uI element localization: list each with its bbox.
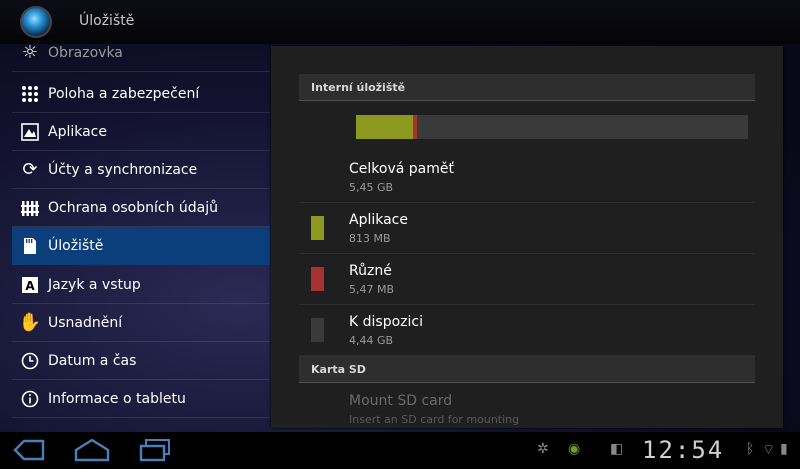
back-button[interactable] — [12, 438, 46, 462]
storage-icon — [12, 237, 48, 255]
nvidia-icon[interactable]: ◉ — [568, 441, 580, 457]
sd-card-header: Karta SD — [299, 356, 755, 383]
row-title: Aplikace — [349, 212, 408, 228]
system-bar: ✲ ◉ ◧ 12:54 ᛒ ⌔ ▮ — [0, 432, 800, 469]
apps-color-swatch — [311, 216, 324, 240]
sidebar-item-apps[interactable]: Aplikace — [12, 113, 270, 151]
recent-apps-button[interactable] — [138, 438, 172, 462]
sidebar-item-label: Aplikace — [48, 123, 107, 140]
battery-icon: ▮ — [780, 441, 788, 457]
notification-icon[interactable]: ◧ — [610, 441, 623, 457]
location-security-icon — [12, 85, 48, 103]
apps-icon — [12, 122, 48, 141]
apps-storage-row[interactable]: Aplikace 813 MB — [299, 203, 755, 254]
page-title: Úložiště — [79, 13, 135, 29]
settings-app-icon[interactable] — [20, 6, 52, 38]
home-button[interactable] — [74, 438, 110, 462]
misc-storage-row[interactable]: Různé 5,47 MB — [299, 254, 755, 305]
usage-segment-misc — [413, 115, 418, 139]
sync-icon: ⟳ — [22, 159, 38, 180]
sidebar-item-language-input[interactable]: A Jazyk a vstup — [12, 266, 270, 304]
free-storage-row: K dispozici 4,44 GB — [299, 305, 755, 356]
misc-color-swatch — [311, 267, 324, 291]
settings-sidebar: ☼ Obrazovka Poloha a zabezpečení Aplikac… — [0, 44, 270, 432]
row-title: Mount SD card — [349, 393, 453, 409]
row-value: 4,44 GB — [349, 334, 394, 347]
free-color-swatch — [311, 318, 324, 342]
clock[interactable]: 12:54 — [642, 436, 724, 464]
usage-segment-apps — [356, 115, 414, 139]
sidebar-item-display[interactable]: ☼ Obrazovka — [12, 44, 270, 72]
bluetooth-icon: ᛒ — [746, 441, 755, 457]
sidebar-item-label: Usnadnění — [48, 314, 123, 331]
privacy-icon — [12, 199, 48, 217]
sidebar-item-location-security[interactable]: Poloha a zabezpečení — [12, 75, 270, 113]
wifi-icon: ⌔ — [762, 442, 776, 458]
svg-text:A: A — [25, 279, 35, 293]
internal-storage-header: Interní úložiště — [299, 74, 755, 101]
storage-detail-pane: Interní úložiště Celková paměť 5,45 GB A… — [271, 46, 783, 428]
sidebar-item-accessibility[interactable]: ✋ Usnadnění — [12, 304, 270, 342]
sidebar-item-label: Úložiště — [48, 237, 104, 254]
row-value: 5,47 MB — [349, 283, 395, 296]
sidebar-item-label: Informace o tabletu — [48, 390, 186, 407]
sidebar-item-label: Ochrana osobních údajů — [48, 199, 219, 216]
row-title: K dispozici — [349, 314, 423, 330]
clock-icon — [12, 352, 48, 370]
accessibility-icon: ✋ — [18, 312, 42, 333]
sidebar-item-label: Jazyk a vstup — [48, 276, 141, 293]
sidebar-item-label: Poloha a zabezpečení — [48, 85, 200, 102]
sidebar-item-label: Účty a synchronizace — [48, 161, 198, 178]
info-icon — [12, 390, 48, 408]
sidebar-item-accounts-sync[interactable]: ⟳ Účty a synchronizace — [12, 151, 270, 189]
language-icon: A — [12, 276, 48, 294]
storage-usage-bar — [356, 115, 748, 139]
sidebar-item-tablet-info[interactable]: Informace o tabletu — [12, 380, 270, 418]
display-icon: ☼ — [21, 44, 39, 63]
row-title: Různé — [349, 263, 392, 279]
sidebar-item-label: Datum a čas — [48, 352, 137, 369]
action-bar: Úložiště — [0, 0, 800, 44]
sidebar-item-privacy[interactable]: Ochrana osobních údajů — [12, 189, 270, 227]
row-value: 813 MB — [349, 232, 391, 245]
mount-sd-row: Mount SD card Insert an SD card for moun… — [299, 384, 755, 428]
total-storage-row: Celková paměť 5,45 GB — [299, 152, 755, 203]
sidebar-item-label: Obrazovka — [48, 44, 123, 61]
sidebar-item-date-time[interactable]: Datum a čas — [12, 342, 270, 380]
row-value: 5,45 GB — [349, 181, 394, 194]
row-title: Celková paměť — [349, 161, 454, 177]
row-value: Insert an SD card for mounting — [349, 413, 520, 426]
android-debug-icon[interactable]: ✲ — [537, 441, 549, 457]
sidebar-item-storage[interactable]: Úložiště — [12, 227, 270, 265]
